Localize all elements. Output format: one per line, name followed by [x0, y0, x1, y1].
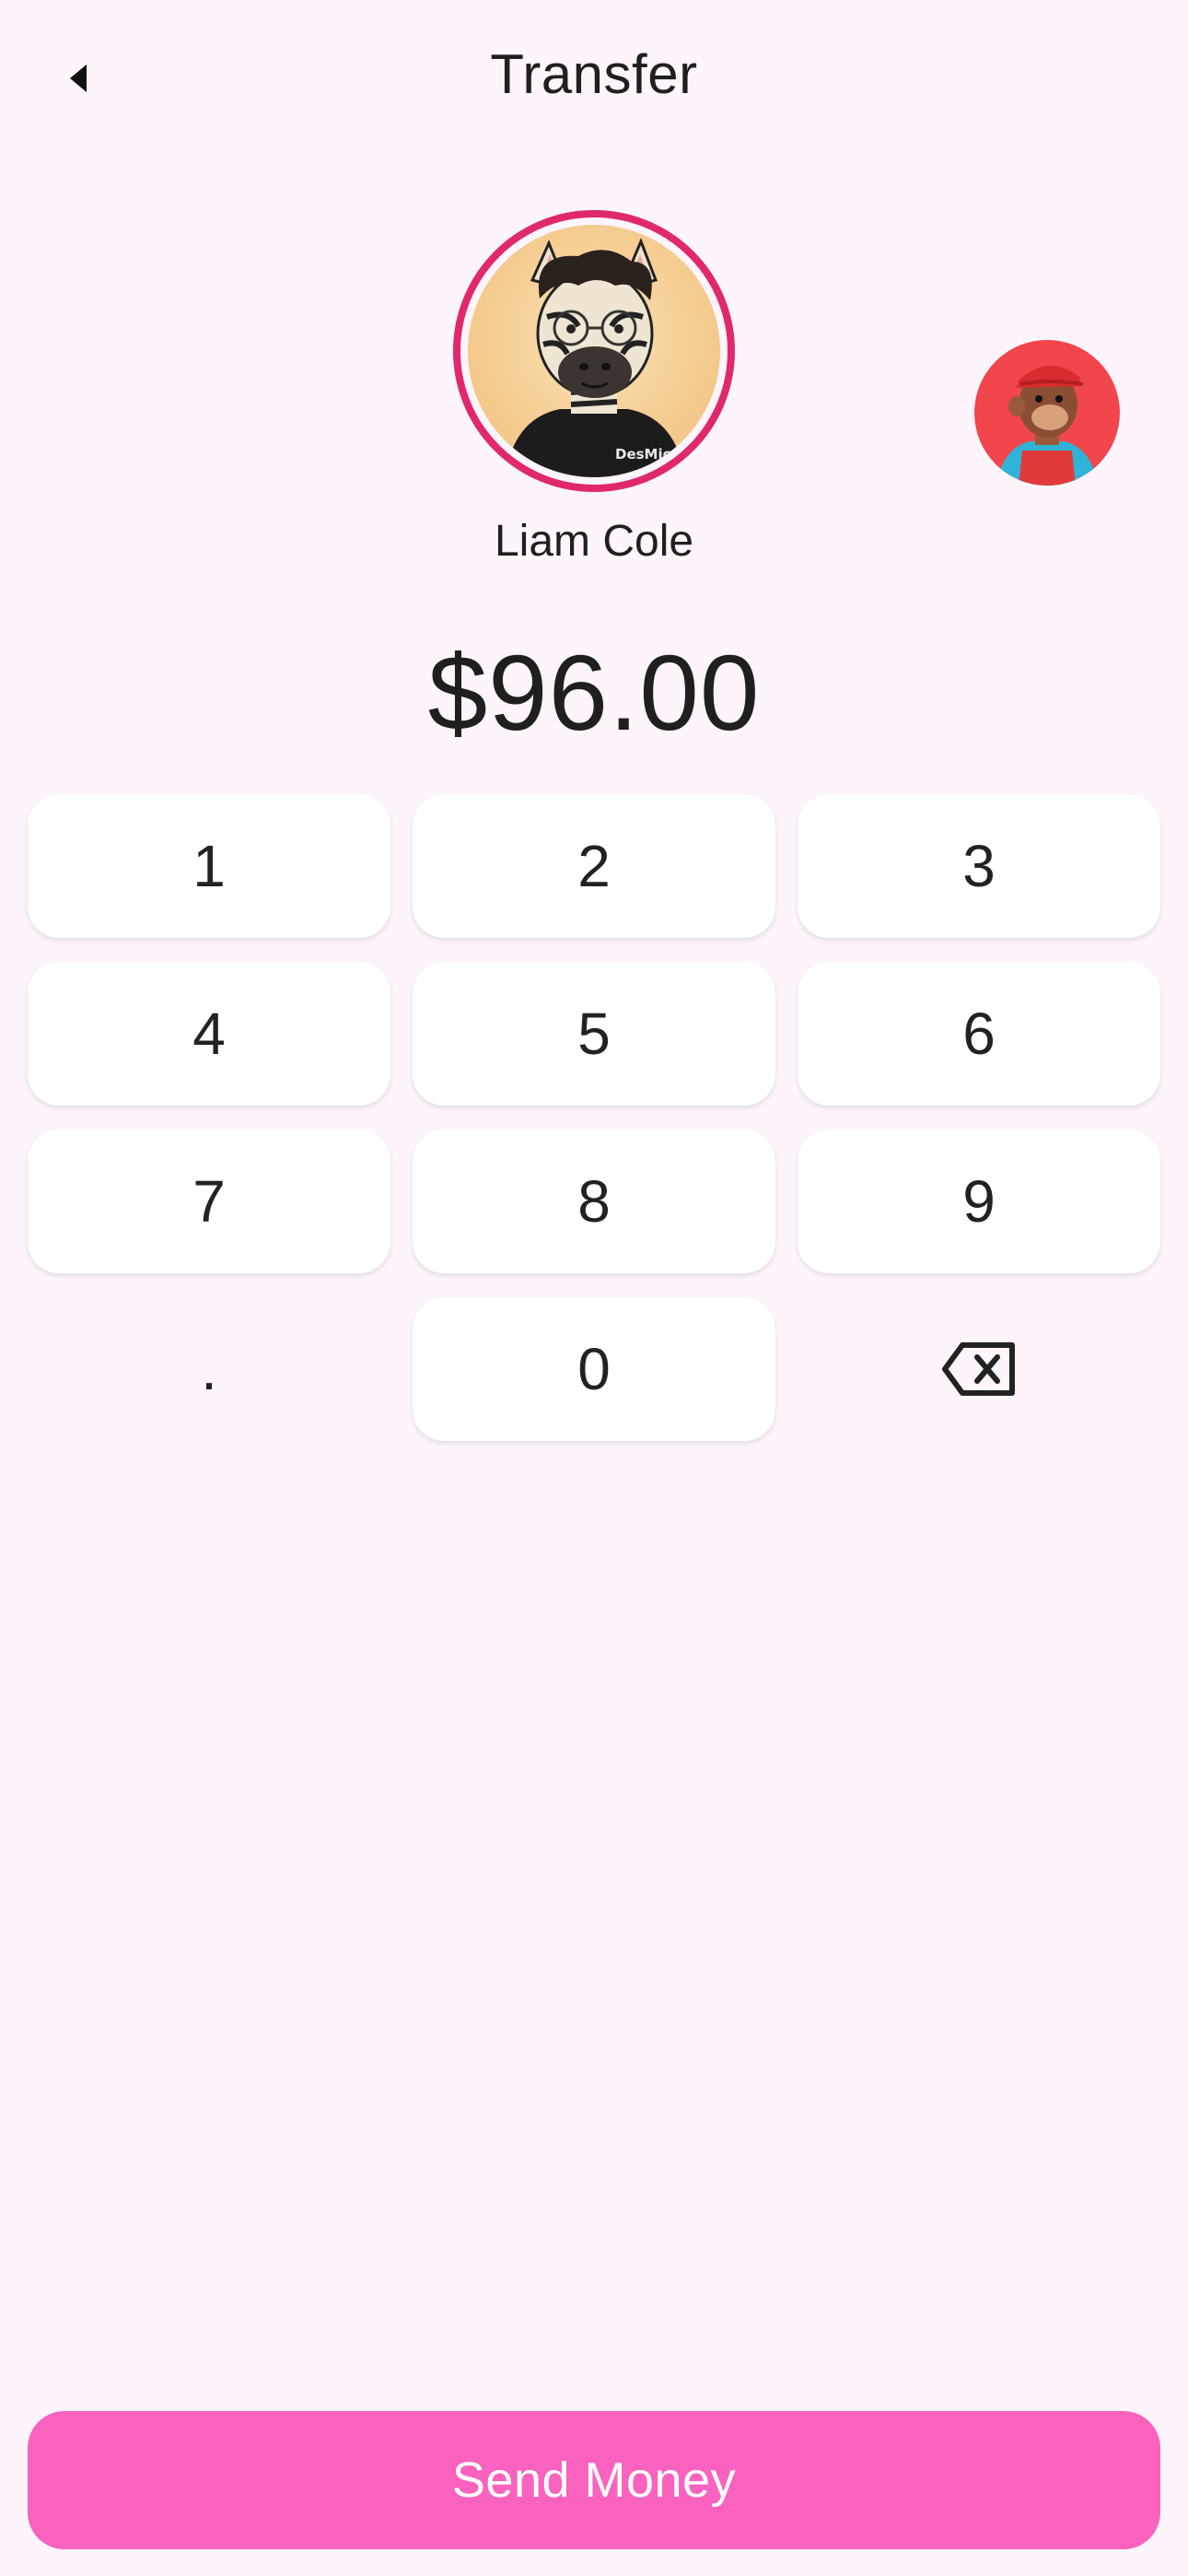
keypad-key-1[interactable]: 1 [28, 794, 390, 938]
ape-avatar-image [974, 340, 1120, 486]
keypad-key-8[interactable]: 8 [413, 1130, 775, 1273]
keypad-key-6[interactable]: 6 [798, 962, 1160, 1106]
recipient-name: Liam Cole [494, 517, 694, 566]
keypad-key-7[interactable]: 7 [28, 1130, 390, 1273]
amount-display: $96.00 [427, 633, 761, 753]
zebra-avatar-image: DesMic [468, 225, 720, 477]
page-title: Transfer [490, 43, 698, 105]
backspace-icon [942, 1342, 1015, 1396]
keypad-key-4[interactable]: 4 [28, 962, 390, 1106]
header: Transfer [0, 0, 1188, 157]
keypad-backspace-button[interactable] [798, 1297, 1160, 1441]
keypad-key-2[interactable]: 2 [413, 794, 775, 938]
keypad-key-9[interactable]: 9 [798, 1130, 1160, 1273]
keypad-key-0[interactable]: 0 [413, 1297, 775, 1441]
recipient-avatar-option[interactable] [974, 340, 1120, 486]
keypad-key-5[interactable]: 5 [413, 962, 775, 1106]
keypad-key-3[interactable]: 3 [798, 794, 1160, 938]
send-money-button[interactable]: Send Money [28, 2411, 1160, 2549]
avatar-shirt-text: DesMic [615, 446, 671, 463]
recipient-avatar-selected[interactable]: DesMic [453, 210, 735, 492]
keypad-key-decimal[interactable]: . [28, 1297, 390, 1441]
